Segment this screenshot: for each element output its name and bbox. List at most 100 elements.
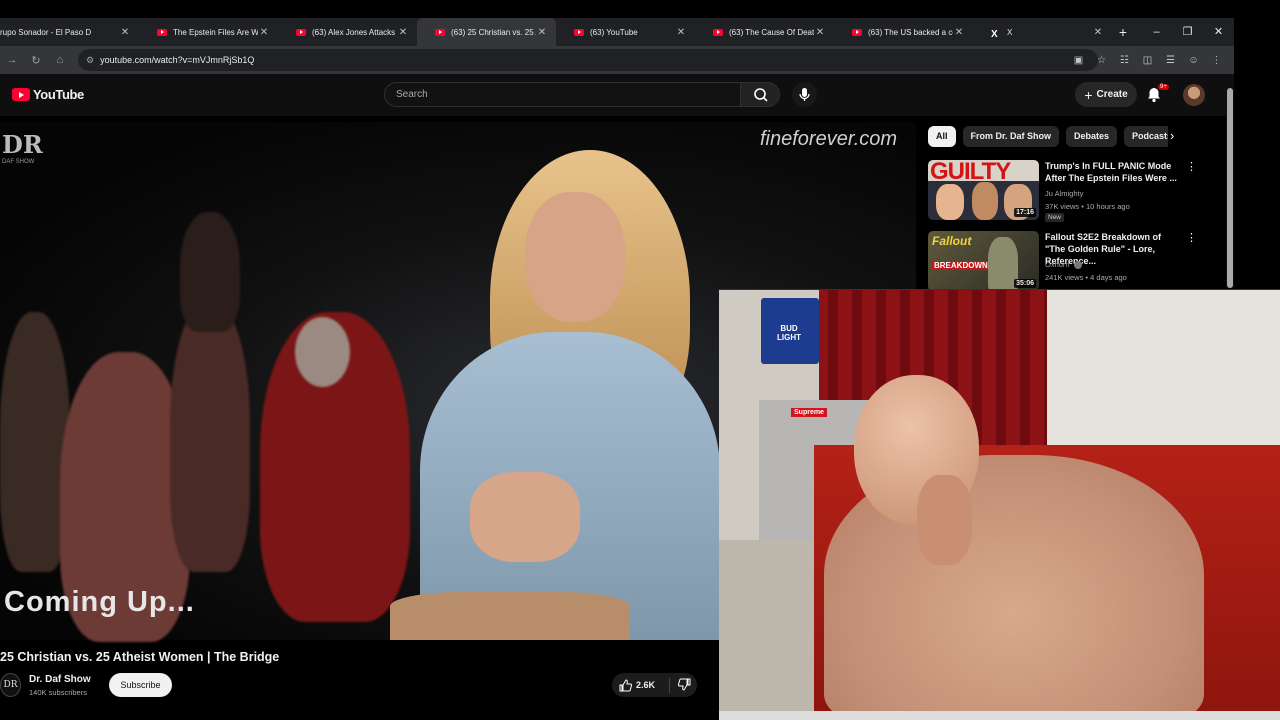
like-dislike-group: 2.6K <box>612 673 697 697</box>
search-input[interactable]: Search <box>384 82 740 107</box>
video-overlay-text: Coming Up... <box>4 586 195 618</box>
youtube-favicon-icon <box>435 28 445 36</box>
chip-debates[interactable]: Debates <box>1066 126 1118 147</box>
background-wall <box>1047 290 1280 450</box>
video-title: 25 Christian vs. 25 Atheist Women | The … <box>0 650 280 664</box>
recommendation-meta: 241K views • 4 days ago <box>1045 273 1127 282</box>
close-tab-icon[interactable]: ✕ <box>536 27 548 38</box>
install-app-icon[interactable]: ▣ <box>1067 55 1090 66</box>
close-tab-icon[interactable]: ✕ <box>1092 27 1104 38</box>
like-button[interactable]: 2.6K <box>612 678 655 692</box>
youtube-logo[interactable]: YouTube <box>12 87 84 102</box>
menu-icon[interactable]: ⋮ <box>1205 55 1228 66</box>
thumbnail-subheadline: BREAKDOWN <box>932 261 990 270</box>
youtube-favicon-icon <box>574 28 584 36</box>
speaker-face <box>525 192 625 322</box>
verified-icon <box>1073 261 1082 270</box>
split-view-icon[interactable]: ◫ <box>1136 55 1159 66</box>
reload-icon[interactable]: ↻ <box>24 54 48 67</box>
more-options-icon[interactable]: ⋮ <box>1186 231 1197 244</box>
close-tab-icon[interactable]: ✕ <box>953 27 965 38</box>
tab-title: (63) Alex Jones Attacks Ca <box>312 27 397 37</box>
recommendation-channel[interactable]: Oxhorn <box>1045 260 1082 270</box>
thumbnail-headline: GUILTY <box>930 160 1011 185</box>
plus-icon: + <box>1084 86 1093 103</box>
chip-all[interactable]: All <box>928 126 956 147</box>
browser-tab[interactable]: rupo Sonador - El Paso D ✕ <box>0 18 139 46</box>
minimize-icon[interactable]: – <box>1141 18 1172 46</box>
youtube-play-icon <box>12 88 30 101</box>
close-tab-icon[interactable]: ✕ <box>119 27 131 38</box>
channel-name[interactable]: Dr. Daf Show <box>29 674 91 685</box>
browser-tab[interactable]: (63) The Cause Of Death -✕ <box>695 18 834 46</box>
youtube-header: YouTube Search + Create 9+ <box>0 74 1234 116</box>
filter-chips: All From Dr. Daf Show Debates Podcasts <box>928 126 1169 147</box>
browser-tab[interactable]: (63) YouTube ✕ <box>556 18 695 46</box>
channel-watermark: DR <box>2 130 43 159</box>
dislike-button[interactable] <box>669 677 691 693</box>
x-logo-icon: X <box>991 28 998 40</box>
url-text: youtube.com/watch?v=mVJmnRjSb1Q <box>100 55 255 65</box>
tab-title: The Epstein Files Are Way <box>173 27 258 37</box>
voice-search-button[interactable] <box>792 82 817 107</box>
browser-tab-bar: rupo Sonador - El Paso D ✕ The Epstein Fil… <box>0 18 1234 46</box>
recommendation-thumbnail[interactable]: Fallout BREAKDOWN 35:06 <box>928 231 1039 291</box>
media-icon[interactable]: ☰ <box>1159 55 1182 66</box>
youtube-favicon-icon <box>713 28 723 36</box>
close-tab-icon[interactable]: ✕ <box>258 27 270 38</box>
browser-tab[interactable]: X X ✕ <box>973 18 1112 46</box>
forward-icon[interactable]: → <box>0 54 24 66</box>
profile-icon[interactable]: ☺ <box>1182 55 1205 66</box>
chip-podcasts[interactable]: Podcasts <box>1124 126 1169 147</box>
close-tab-icon[interactable]: ✕ <box>814 27 826 38</box>
site-info-icon[interactable]: ⚙ <box>86 55 94 66</box>
url-field[interactable]: ⚙ youtube.com/watch?v=mVJmnRjSb1Q <box>78 49 1098 71</box>
video-duration: 17:16 <box>1014 208 1036 217</box>
browser-toolbar: ▣ ☆ ☷ ◫ ☰ ☺ ⋮ <box>1067 46 1228 74</box>
browser-tab[interactable]: (63) 25 Christian vs. 25 Ath✕ <box>417 18 556 46</box>
video-duration: 35:06 <box>1014 279 1036 288</box>
tab-title: (63) The Cause Of Death - <box>729 27 814 37</box>
thumbs-down-icon <box>677 678 691 691</box>
subscribe-button[interactable]: Subscribe <box>109 673 172 697</box>
microphone-icon <box>799 88 810 101</box>
extensions-icon[interactable]: ☷ <box>1113 55 1136 66</box>
more-options-icon[interactable]: ⋮ <box>1186 160 1197 173</box>
create-button[interactable]: + Create <box>1075 82 1137 107</box>
recommendation-item[interactable]: GUILTY 17:16 Trump's In FULL PANIC Mode … <box>928 160 1228 222</box>
chevron-right-icon[interactable]: › <box>1170 128 1174 143</box>
youtube-favicon-icon <box>852 28 862 36</box>
recommendation-thumbnail[interactable]: GUILTY 17:16 <box>928 160 1039 220</box>
search-button[interactable] <box>740 82 780 107</box>
tab-title: (63) 25 Christian vs. 25 Ath <box>451 27 536 37</box>
notification-badge: 9+ <box>1158 84 1169 90</box>
window-controls: – ❐ ✕ <box>1141 18 1234 46</box>
browser-tab[interactable]: (63) The US backed a coup✕ <box>834 18 973 46</box>
recommendation-meta: 37K views • 10 hours ago <box>1045 202 1130 211</box>
recommendation-item[interactable]: Fallout BREAKDOWN 35:06 Fallout S2E2 Bre… <box>928 231 1228 291</box>
browser-tab[interactable]: (63) Alex Jones Attacks Ca✕ <box>278 18 417 46</box>
tab-title: rupo Sonador - El Paso D <box>0 27 92 37</box>
browser-tab[interactable]: The Epstein Files Are Way ✕ <box>139 18 278 46</box>
close-window-icon[interactable]: ✕ <box>1203 18 1234 46</box>
thumbnail-headline: Fallout <box>932 234 972 248</box>
youtube-favicon-icon <box>157 28 167 36</box>
home-icon[interactable]: ⌂ <box>48 54 72 66</box>
bookmark-star-icon[interactable]: ☆ <box>1090 55 1113 66</box>
address-bar-row: → ↻ ⌂ ⚙ youtube.com/watch?v=mVJmnRjSb1Q … <box>0 46 1234 74</box>
close-tab-icon[interactable]: ✕ <box>675 27 687 38</box>
beer-box: BUD LIGHT <box>761 298 819 364</box>
chip-from-channel[interactable]: From Dr. Daf Show <box>962 126 1060 147</box>
new-tab-button[interactable]: + <box>1112 24 1134 40</box>
close-tab-icon[interactable]: ✕ <box>397 27 409 38</box>
recommendation-title[interactable]: Trump's In FULL PANIC Mode After The Eps… <box>1045 160 1181 184</box>
search-icon <box>754 88 768 102</box>
restore-icon[interactable]: ❐ <box>1172 18 1203 46</box>
account-avatar[interactable] <box>1183 84 1205 106</box>
tab-title: (63) The US backed a coup <box>868 27 953 37</box>
channel-avatar[interactable]: DR <box>0 673 21 697</box>
recommendation-channel[interactable]: Ju Almighty <box>1045 189 1083 198</box>
subscriber-count: 140K subscribers <box>29 688 87 697</box>
site-watermark: fineforever.com <box>760 128 898 150</box>
channel-watermark-sub: DAF SHOW <box>2 159 35 165</box>
